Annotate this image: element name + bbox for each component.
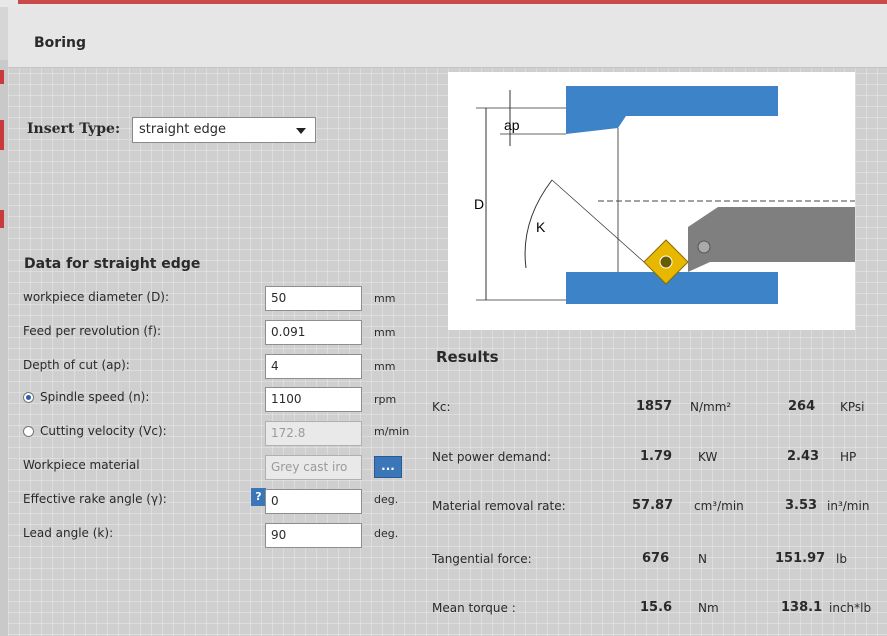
result-label: Tangential force: <box>432 552 532 566</box>
spindle-speed-unit: rpm <box>374 393 397 406</box>
depth-unit: mm <box>374 360 396 373</box>
result-unit-primary: Nm <box>698 601 719 615</box>
boring-bar <box>688 207 855 272</box>
boring-diagram-svg: ap D K <box>474 86 855 304</box>
field-label-diameter: workpiece diameter (D): <box>23 290 170 304</box>
field-label-cutting-velocity: Cutting velocity (Vc): <box>40 424 167 438</box>
result-value-primary: 1.79 <box>640 449 673 464</box>
label-ap: ap <box>504 117 520 133</box>
page-title: Boring <box>34 35 86 51</box>
diameter-unit: mm <box>374 292 396 305</box>
result-unit-secondary: inch*lb <box>829 601 872 615</box>
result-unit-primary: cm³/min <box>694 499 744 513</box>
result-label: Mean torque : <box>432 601 516 615</box>
insert-type-value: straight edge <box>139 122 227 137</box>
field-label-depth: Depth of cut (ap): <box>23 358 130 372</box>
insert-type-select[interactable]: straight edge <box>132 117 316 143</box>
results-title: Results <box>436 348 499 366</box>
angle-k-line <box>551 179 645 263</box>
result-unit-primary: N <box>698 552 707 566</box>
top-strip <box>0 0 887 7</box>
spindle-speed-input[interactable]: 1100 <box>265 387 362 412</box>
result-value-secondary: 264 <box>788 399 816 414</box>
result-value-primary: 57.87 <box>632 498 674 513</box>
rake-angle-input[interactable]: 0 <box>265 489 362 514</box>
result-value-secondary: 138.1 <box>781 600 823 615</box>
cutting-velocity-input[interactable]: 172.8 <box>265 421 362 446</box>
chevron-down-icon <box>296 128 306 134</box>
field-label-spindle-speed: Spindle speed (n): <box>40 390 150 404</box>
result-value-primary: 15.6 <box>640 600 673 615</box>
label-d: D <box>474 196 484 212</box>
section-title: Data for straight edge <box>24 256 201 272</box>
result-unit-secondary: HP <box>840 450 857 464</box>
rake-angle-unit: deg. <box>374 493 399 506</box>
result-unit-secondary: in³/min <box>827 499 870 513</box>
result-unit-primary: N/mm² <box>690 400 732 414</box>
depth-input[interactable]: 4 <box>265 354 362 379</box>
insert-screw <box>659 255 673 269</box>
result-label: Kc: <box>432 400 451 414</box>
help-button[interactable]: ? <box>251 488 266 506</box>
feed-unit: mm <box>374 326 396 339</box>
left-edge-mark <box>0 70 4 84</box>
insert-type-label: Insert Type: <box>27 121 121 137</box>
result-value-primary: 1857 <box>636 399 673 414</box>
lead-angle-unit: deg. <box>374 527 399 540</box>
field-label-feed: Feed per revolution (f): <box>23 324 162 338</box>
result-value-secondary: 3.53 <box>785 498 818 513</box>
material-browse-button[interactable]: ... <box>374 456 402 478</box>
boring-diagram: ap D K <box>448 72 855 330</box>
left-edge-mark <box>0 120 4 150</box>
feed-input[interactable]: 0.091 <box>265 320 362 345</box>
lead-angle-input[interactable]: 90 <box>265 523 362 548</box>
workpiece-material-input[interactable]: Grey cast iro <box>265 455 362 480</box>
result-value-primary: 676 <box>642 551 670 566</box>
cutting-velocity-radio[interactable] <box>23 426 34 437</box>
diameter-input[interactable]: 50 <box>265 286 362 311</box>
field-label-workpiece-material: Workpiece material <box>23 458 140 472</box>
result-label: Net power demand: <box>432 450 552 464</box>
clamp-screw <box>697 240 711 254</box>
top-accent-bar <box>18 0 887 4</box>
label-k: K <box>536 219 546 235</box>
workpiece-upper-wall <box>566 86 778 134</box>
title-bar: Boring <box>8 7 887 68</box>
field-label-rake-angle: Effective rake angle (γ): <box>23 492 167 506</box>
result-unit-secondary: lb <box>836 552 847 566</box>
result-label: Material removal rate: <box>432 499 566 513</box>
result-value-secondary: 151.97 <box>775 551 826 566</box>
left-edge-mark <box>0 210 4 228</box>
left-edge <box>0 60 8 636</box>
result-value-secondary: 2.43 <box>787 449 820 464</box>
spindle-speed-radio[interactable] <box>23 392 34 403</box>
cutting-velocity-unit: m/min <box>374 425 410 438</box>
result-unit-secondary: KPsi <box>840 400 865 414</box>
field-label-lead-angle: Lead angle (k): <box>23 526 114 540</box>
result-unit-primary: KW <box>698 450 718 464</box>
